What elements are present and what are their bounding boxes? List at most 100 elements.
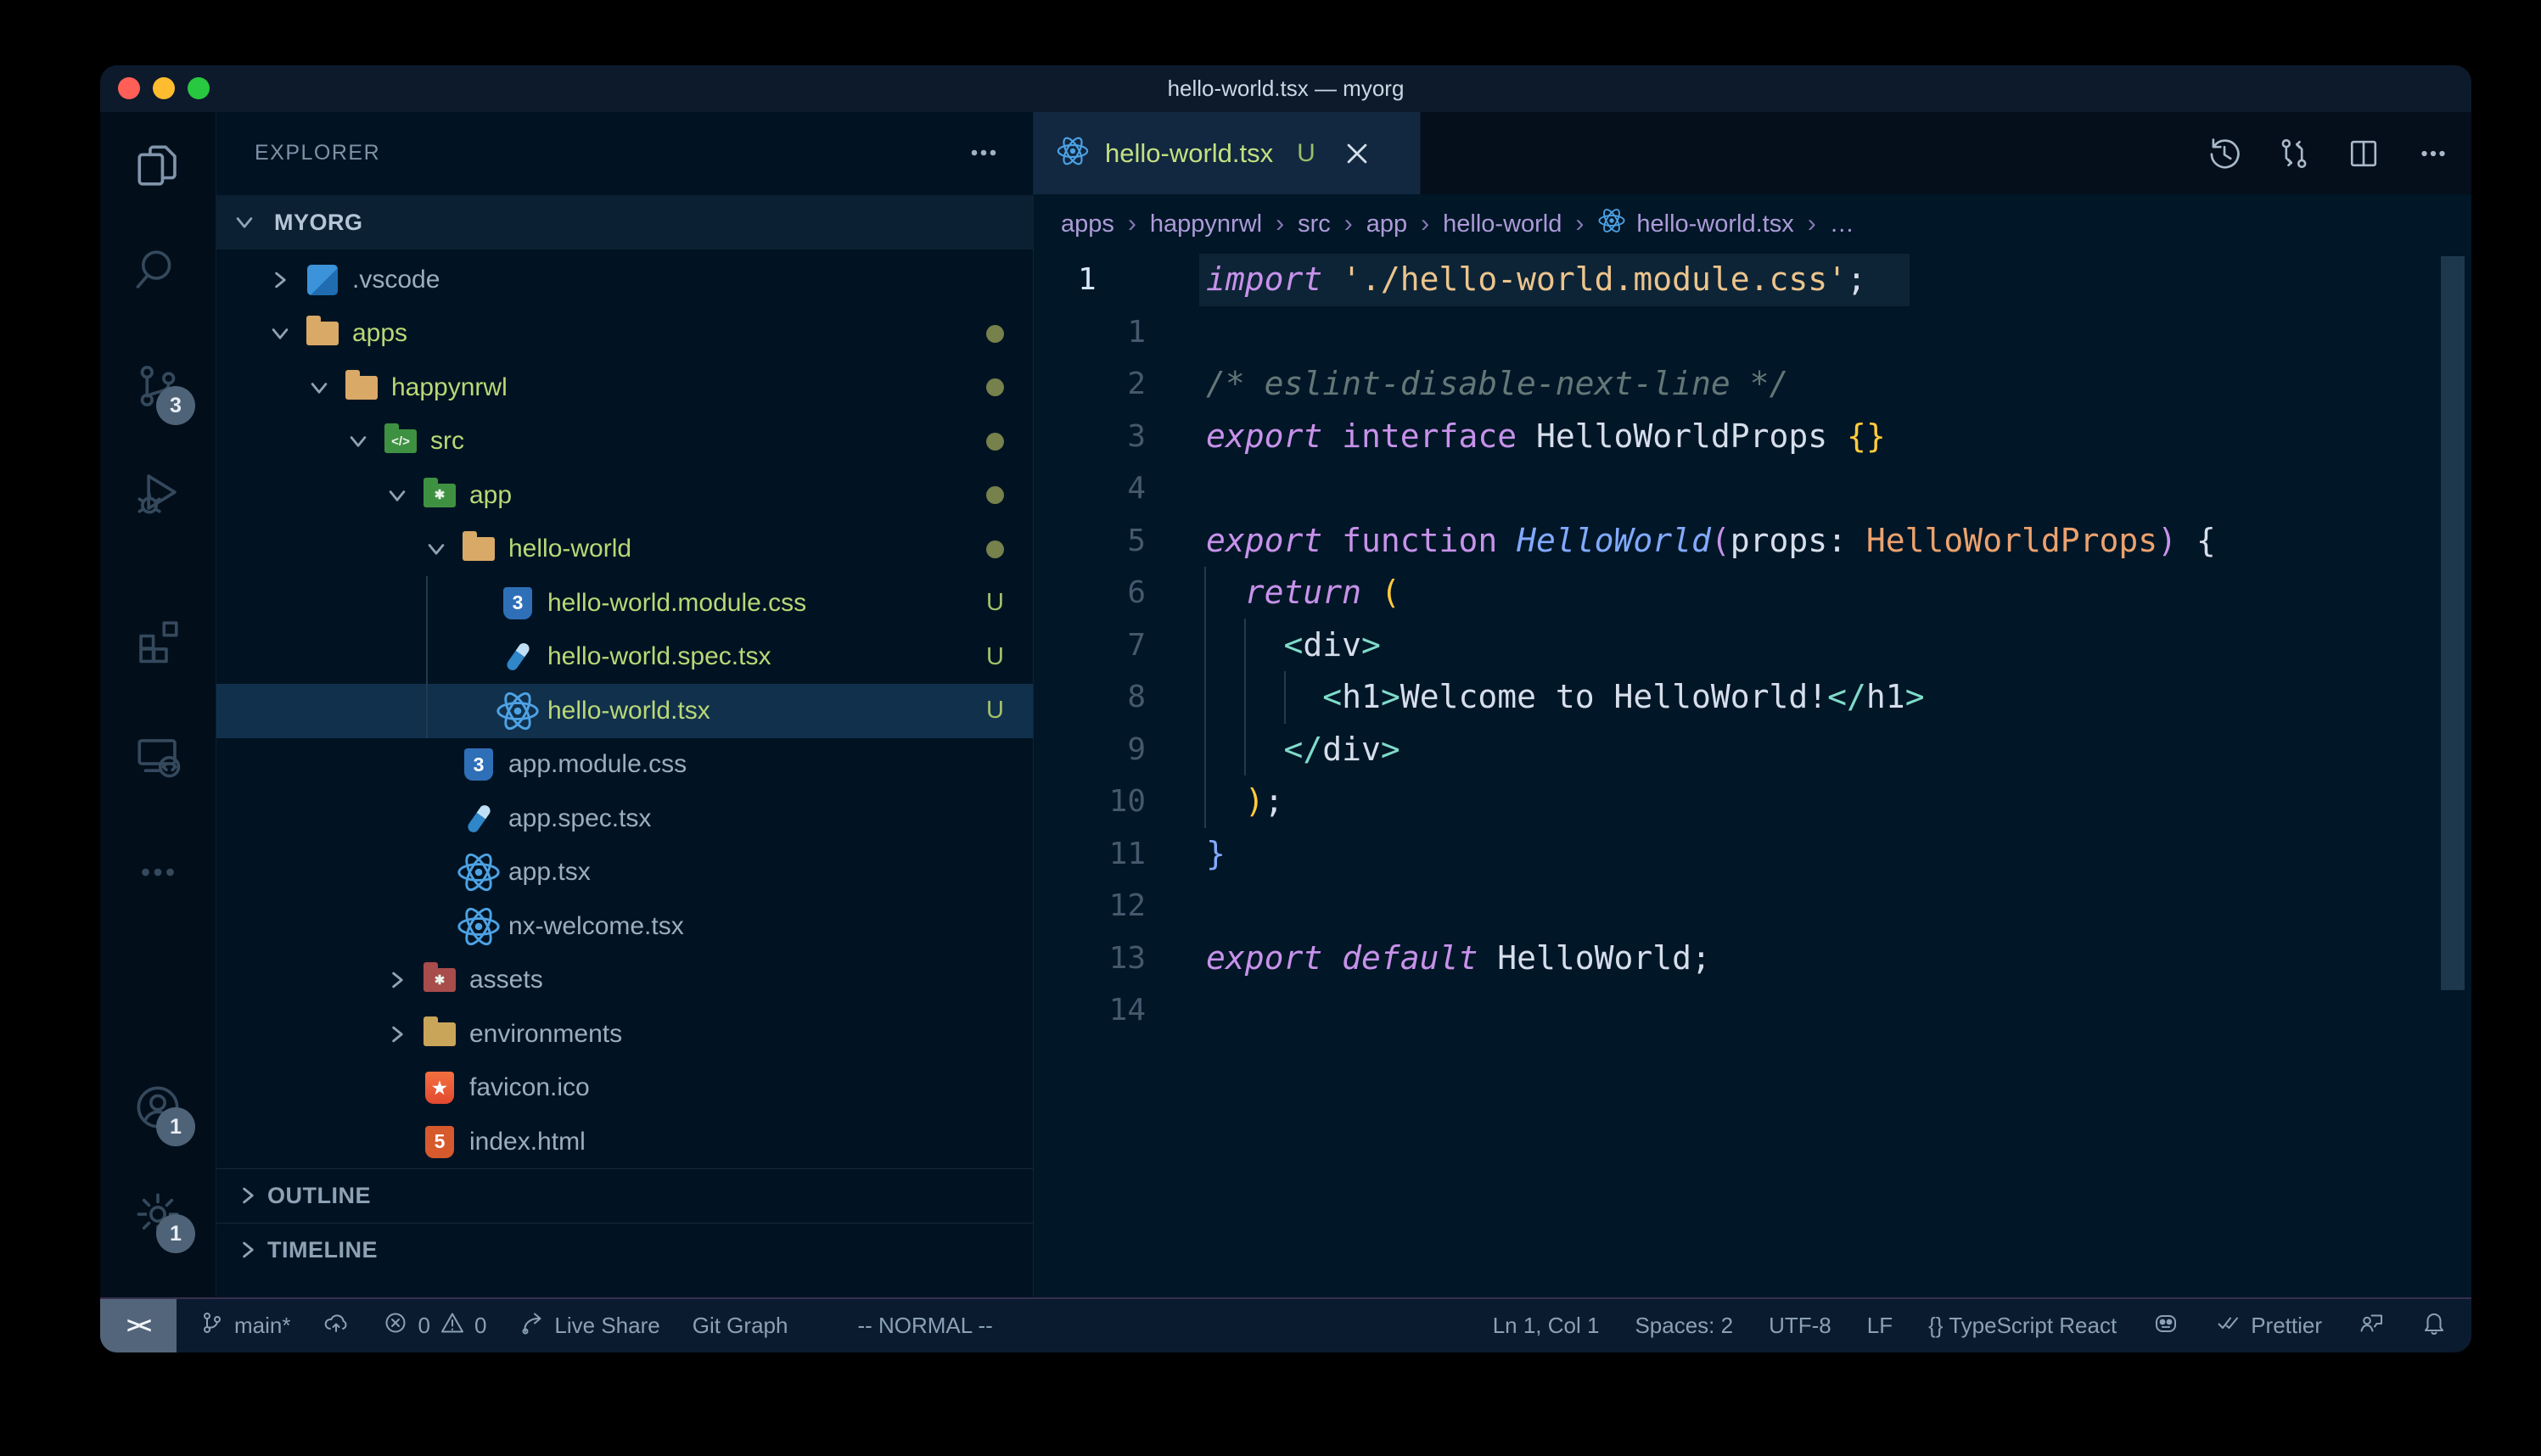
activity-item-explorer[interactable]: [127, 137, 188, 198]
split-editor-button[interactable]: [2346, 136, 2381, 171]
tree-item-src[interactable]: </>src: [216, 415, 1033, 469]
code-text: /* eslint-disable-next-line */: [1206, 358, 1788, 411]
activity-item-source-control[interactable]: 3: [127, 357, 188, 418]
activity-item-remote-explorer[interactable]: [127, 727, 188, 788]
tree-item-app[interactable]: ✱app: [216, 468, 1033, 523]
tree-item-happynrwl[interactable]: happynrwl: [216, 361, 1033, 415]
code-line[interactable]: 5export function HelloWorld(props: Hello…: [1034, 515, 2471, 568]
branch-icon: [199, 1309, 226, 1342]
tree-item--vscode[interactable]: .vscode: [216, 253, 1033, 307]
tree-item-hello-world[interactable]: hello-world: [216, 523, 1033, 577]
extensions-icon: [133, 616, 182, 669]
code-line[interactable]: 11}: [1034, 828, 2471, 881]
open-timeline-button[interactable]: [2207, 136, 2242, 171]
git-untracked-badge: U: [986, 589, 1004, 617]
tree-item-environments[interactable]: environments: [216, 1007, 1033, 1061]
close-tab-button[interactable]: [1343, 139, 1371, 168]
activity-item-search[interactable]: [127, 241, 188, 302]
code-text: export interface HelloWorldProps {}: [1206, 411, 1886, 463]
editor-scrollbar[interactable]: [2441, 256, 2465, 990]
chevron-down-icon: [417, 529, 456, 568]
tree-item-apps[interactable]: apps: [216, 307, 1033, 361]
search-icon: [133, 245, 182, 299]
chevron-right-icon: [261, 260, 300, 300]
activity-item-accounts[interactable]: 1: [127, 1078, 188, 1140]
tree-item-label: environments: [469, 1020, 622, 1049]
breadcrumb-item-happynrwl[interactable]: happynrwl: [1150, 210, 1262, 238]
tree-item-hello-world-tsx[interactable]: hello-world.tsxU: [216, 684, 1033, 738]
code-line[interactable]: 1import './hello-world.module.css';: [1034, 254, 2471, 306]
status-item-cursor-position[interactable]: Ln 1, Col 1: [1493, 1313, 1600, 1339]
code-line[interactable]: 9 </div>: [1034, 724, 2471, 776]
tree-item-assets[interactable]: ✱assets: [216, 954, 1033, 1008]
explorer-more-actions-button[interactable]: [965, 134, 1002, 171]
tree-item-label: happynrwl: [391, 373, 508, 402]
explorer-header: EXPLORER: [216, 112, 1033, 193]
status-item-sync[interactable]: [323, 1309, 350, 1342]
activity-bar: 3 1 1: [100, 112, 216, 1297]
status-item-vim-mode[interactable]: -- NORMAL --: [857, 1313, 992, 1339]
tree-item-hello-world-spec-tsx[interactable]: hello-world.spec.tsxU: [216, 630, 1033, 685]
tree-item-app-tsx[interactable]: app.tsx: [216, 846, 1033, 900]
remote-indicator[interactable]: ><: [100, 1299, 177, 1352]
status-item-live-share[interactable]: Live Share: [519, 1309, 659, 1342]
title-bar[interactable]: hello-world.tsx — myorg: [100, 65, 2471, 112]
live-share-icon: [519, 1309, 546, 1342]
tree-item-nx-welcome-tsx[interactable]: nx-welcome.tsx: [216, 899, 1033, 954]
breadcrumb-item-src[interactable]: src: [1298, 210, 1331, 238]
status-item-extension-face[interactable]: [2152, 1309, 2179, 1342]
code-line[interactable]: 4: [1034, 462, 2471, 515]
tree-item-app-module-css[interactable]: 3app.module.css: [216, 738, 1033, 792]
code-line[interactable]: 7 <div>: [1034, 619, 2471, 672]
code-line[interactable]: 3export interface HelloWorldProps {}: [1034, 411, 2471, 463]
tree-item-label: hello-world.spec.tsx: [547, 642, 771, 671]
status-item-notifications[interactable]: [2420, 1309, 2448, 1342]
breadcrumb-item-apps[interactable]: apps: [1061, 210, 1114, 238]
status-item-indentation[interactable]: Spaces: 2: [1635, 1313, 1733, 1339]
code-line[interactable]: 12: [1034, 880, 2471, 932]
code-line[interactable]: 14: [1034, 984, 2471, 1037]
tree-item-favicon-ico[interactable]: ★favicon.ico: [216, 1061, 1033, 1116]
breadcrumb-item--[interactable]: …: [1830, 210, 1854, 238]
status-item-encoding[interactable]: UTF-8: [1769, 1313, 1831, 1339]
status-item-feedback[interactable]: [2358, 1309, 2385, 1342]
code-text: <div>: [1206, 619, 1381, 672]
code-line[interactable]: 10 );: [1034, 776, 2471, 828]
tab-hello-world-tsx[interactable]: hello-world.tsx U: [1034, 112, 1421, 194]
line-number: 12: [1034, 880, 1146, 932]
git-modified-dot: [986, 325, 1004, 343]
activity-item-more-views[interactable]: [127, 843, 188, 904]
react-icon: [1597, 206, 1626, 242]
tab-bar: hello-world.tsx U: [1034, 112, 2471, 194]
line-number: 10: [1034, 776, 1146, 828]
code-line[interactable]: 1: [1034, 306, 2471, 359]
more-actions-button[interactable]: [2415, 136, 2451, 171]
code-line[interactable]: 8 <h1>Welcome to HelloWorld!</h1>: [1034, 671, 2471, 724]
status-item-git-graph[interactable]: Git Graph: [693, 1313, 788, 1339]
code-line[interactable]: 13export default HelloWorld;: [1034, 932, 2471, 985]
tree-item-app-spec-tsx[interactable]: app.spec.tsx: [216, 792, 1033, 846]
status-item-git-branch[interactable]: main*: [199, 1309, 290, 1342]
timeline-label: TIMELINE: [267, 1237, 378, 1263]
open-changes-button[interactable]: [2276, 136, 2312, 171]
code-editor[interactable]: 1import './hello-world.module.css';12/* …: [1034, 254, 2471, 1297]
status-item-problems[interactable]: 00: [382, 1309, 486, 1342]
status-item-language-mode[interactable]: {} TypeScript React: [1928, 1313, 2117, 1339]
outline-section-header[interactable]: OUTLINE: [216, 1168, 1033, 1223]
code-line[interactable]: 2/* eslint-disable-next-line */: [1034, 358, 2471, 411]
code-line[interactable]: 6 return (: [1034, 567, 2471, 619]
tree-item-index-html[interactable]: 5index.html: [216, 1115, 1033, 1169]
workspace-root-row[interactable]: MYORG: [216, 195, 1033, 249]
status-item-prettier[interactable]: Prettier: [2215, 1309, 2322, 1342]
activity-item-run-debug[interactable]: [127, 464, 188, 525]
error-icon: [382, 1309, 409, 1342]
status-right-group: Ln 1, Col 1 Spaces: 2 UTF-8 LF {} TypeScript…: [1493, 1309, 2471, 1342]
breadcrumb-item-hello-world-tsx[interactable]: hello-world.tsx: [1597, 206, 1793, 242]
status-item-eol[interactable]: LF: [1867, 1313, 1893, 1339]
activity-item-extensions[interactable]: [127, 612, 188, 673]
breadcrumb-item-hello-world[interactable]: hello-world: [1443, 210, 1562, 238]
tree-item-hello-world-module-css[interactable]: 3hello-world.module.cssU: [216, 576, 1033, 630]
breadcrumb-item-app[interactable]: app: [1366, 210, 1407, 238]
timeline-section-header[interactable]: TIMELINE: [216, 1223, 1033, 1277]
activity-item-settings[interactable]: 1: [127, 1185, 188, 1246]
